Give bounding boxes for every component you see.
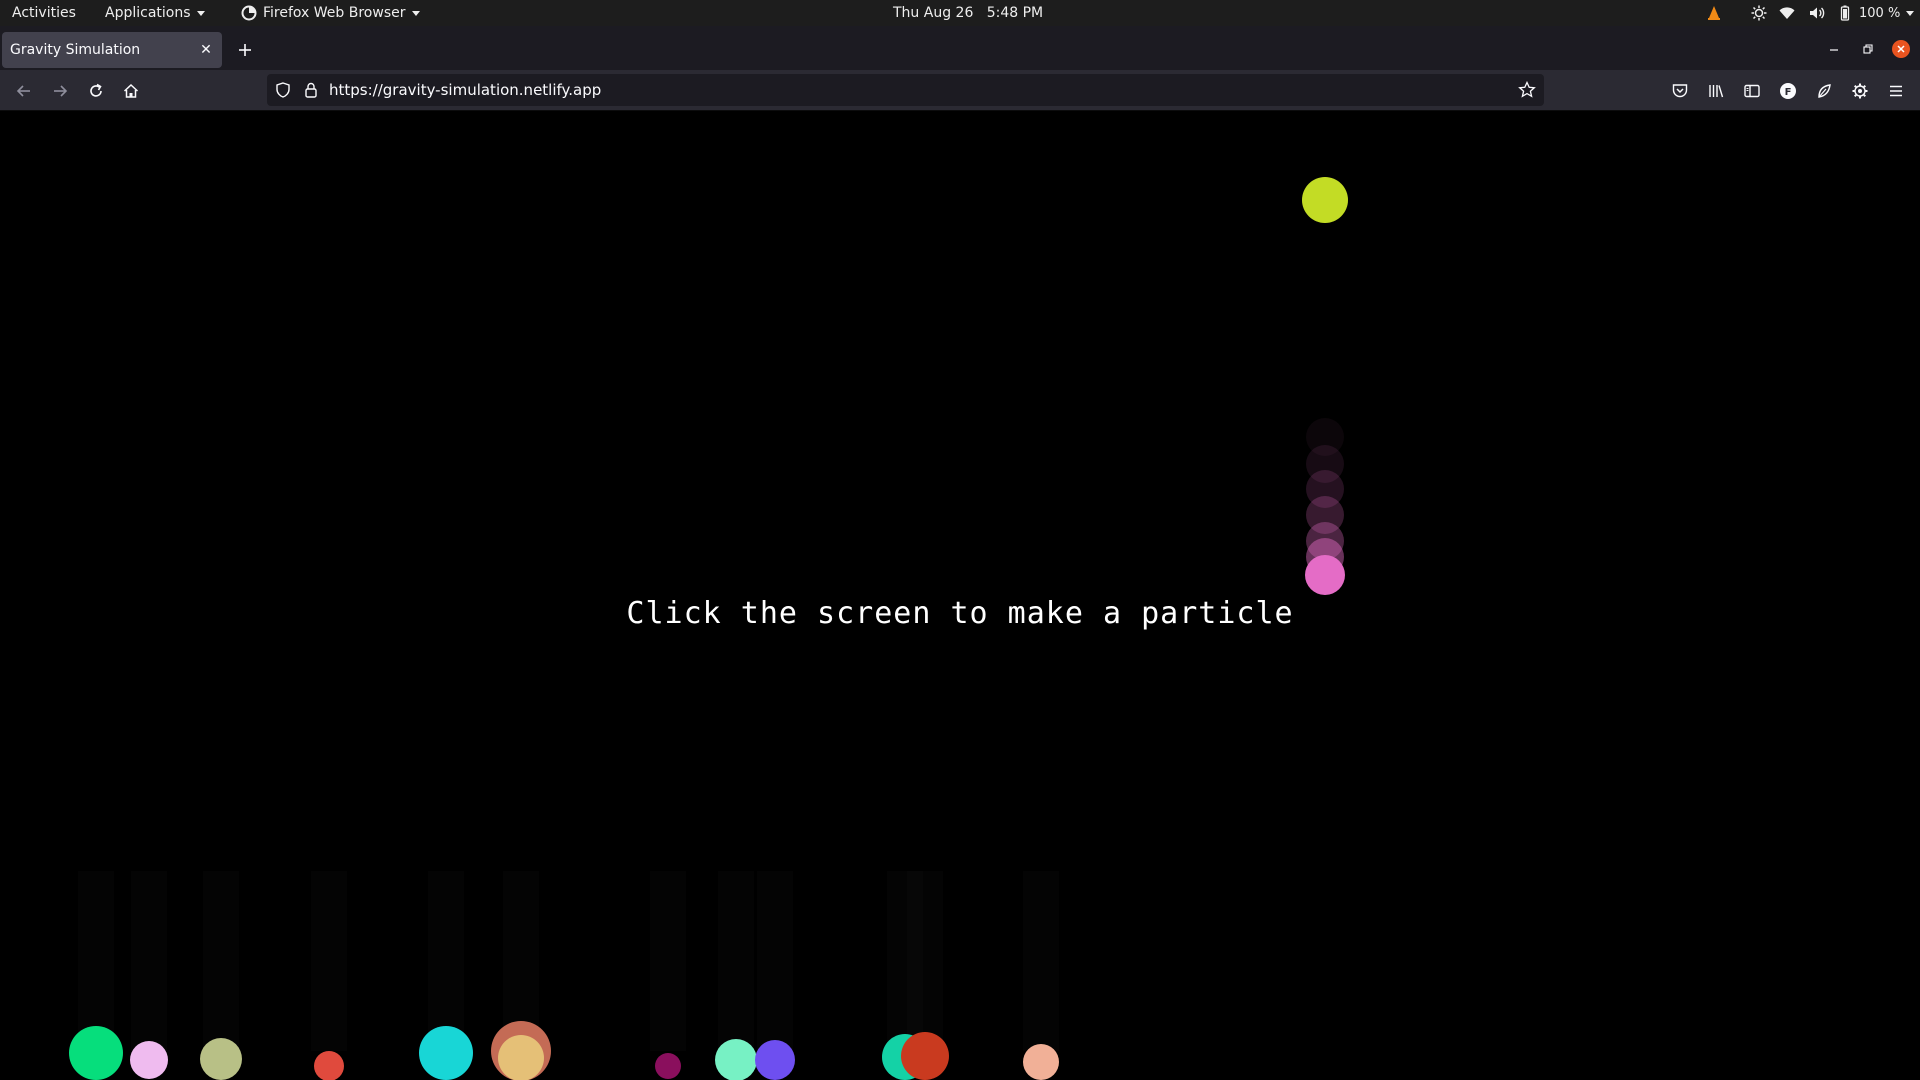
particle <box>1305 555 1345 595</box>
particle-trail <box>650 871 686 1051</box>
clock[interactable]: Thu Aug 26 5:48 PM <box>893 0 1043 26</box>
particle <box>901 1032 949 1080</box>
minimize-icon <box>1830 49 1838 51</box>
particle <box>755 1040 795 1080</box>
pocket-button[interactable] <box>1667 78 1693 104</box>
plus-icon <box>239 44 251 56</box>
system-top-bar: Activities Applications Firefox Web Brow… <box>0 0 1920 26</box>
instructions-text: Click the screen to make a particle <box>626 596 1294 631</box>
particle <box>419 1026 473 1080</box>
home-button[interactable] <box>118 78 144 104</box>
tab-title: Gravity Simulation <box>10 42 141 58</box>
bookmark-star-icon[interactable] <box>1518 81 1536 99</box>
extension-leaf-icon <box>1818 84 1831 98</box>
app-menu-button[interactable] <box>1883 78 1909 104</box>
particle <box>200 1038 242 1080</box>
arrow-right-icon <box>54 85 68 97</box>
account-badge-letter: F <box>1785 87 1792 98</box>
url-text[interactable]: https://gravity-simulation.netlify.app <box>329 74 601 106</box>
home-icon <box>123 83 139 98</box>
library-button[interactable] <box>1703 78 1729 104</box>
account-avatar-icon: F <box>1780 83 1796 99</box>
wifi-icon <box>1779 7 1795 19</box>
particle-trail <box>311 871 347 1051</box>
simulation-canvas[interactable]: Click the screen to make a particle <box>0 111 1920 1080</box>
particle-trail <box>203 871 239 1051</box>
volume-icon <box>1810 7 1825 19</box>
navigation-toolbar: https://gravity-simulation.netlify.app F <box>0 70 1920 111</box>
tracking-protection-shield-icon[interactable] <box>275 82 291 98</box>
back-button[interactable] <box>11 78 37 104</box>
restore-icon <box>1863 44 1873 54</box>
activities-button[interactable]: Activities <box>12 0 76 26</box>
gear-icon <box>1852 83 1868 99</box>
night-light-icon[interactable] <box>1751 0 1767 26</box>
applications-label: Applications <box>105 5 191 21</box>
particle-trail <box>428 871 464 1051</box>
activities-label: Activities <box>12 5 76 21</box>
pocket-icon <box>1672 84 1688 98</box>
app-menu[interactable]: Firefox Web Browser <box>241 0 420 26</box>
vlc-tray-icon[interactable] <box>1706 0 1722 26</box>
particle-trail <box>718 871 754 1051</box>
app-name-label: Firefox Web Browser <box>263 5 406 21</box>
clock-label: Thu Aug 26 5:48 PM <box>893 5 1044 21</box>
particle <box>1302 177 1348 223</box>
particle-trail <box>1023 871 1059 1051</box>
account-button[interactable]: F <box>1775 78 1801 104</box>
forward-button[interactable] <box>47 78 73 104</box>
tab-strip: Gravity Simulation ✕ <box>0 26 1920 70</box>
extension-button[interactable] <box>1811 78 1837 104</box>
chevron-down-icon <box>1906 10 1915 16</box>
particle <box>715 1039 757 1080</box>
reload-icon <box>90 83 102 97</box>
applications-menu[interactable]: Applications <box>105 0 205 26</box>
close-tab-icon[interactable]: ✕ <box>198 42 214 58</box>
particle <box>655 1053 681 1079</box>
address-bar[interactable]: https://gravity-simulation.netlify.app <box>267 74 1544 106</box>
particle <box>314 1051 344 1080</box>
particle <box>1023 1044 1059 1080</box>
particle-trail <box>757 871 793 1051</box>
particle <box>498 1035 544 1080</box>
reload-button[interactable] <box>83 78 109 104</box>
minimize-button[interactable] <box>1825 40 1843 58</box>
close-window-button[interactable] <box>1892 40 1910 58</box>
lock-icon[interactable] <box>303 82 319 98</box>
sidebar-icon <box>1744 84 1760 98</box>
particle <box>130 1041 168 1079</box>
battery-icon <box>1840 5 1850 21</box>
system-menu[interactable]: 100 % <box>1779 0 1915 26</box>
hamburger-menu-icon <box>1890 85 1902 97</box>
battery-percentage: 100 % <box>1859 5 1901 21</box>
particle-trail <box>78 871 114 1051</box>
sidebar-button[interactable] <box>1739 78 1765 104</box>
tab-gravity-simulation[interactable]: Gravity Simulation ✕ <box>2 32 222 68</box>
particle <box>69 1026 123 1080</box>
restore-button[interactable] <box>1859 40 1877 58</box>
particle-trail <box>907 871 943 1051</box>
chevron-down-icon <box>196 10 205 16</box>
new-tab-button[interactable] <box>234 39 256 61</box>
close-icon <box>1892 40 1910 58</box>
firefox-icon <box>241 5 257 21</box>
particle-trail <box>131 871 167 1051</box>
vlc-icon <box>1708 6 1720 20</box>
extension-gear-button[interactable] <box>1847 78 1873 104</box>
brightness-icon <box>1751 5 1767 21</box>
arrow-left-icon <box>16 85 30 97</box>
chevron-down-icon <box>411 10 420 16</box>
library-icon <box>1709 85 1724 98</box>
